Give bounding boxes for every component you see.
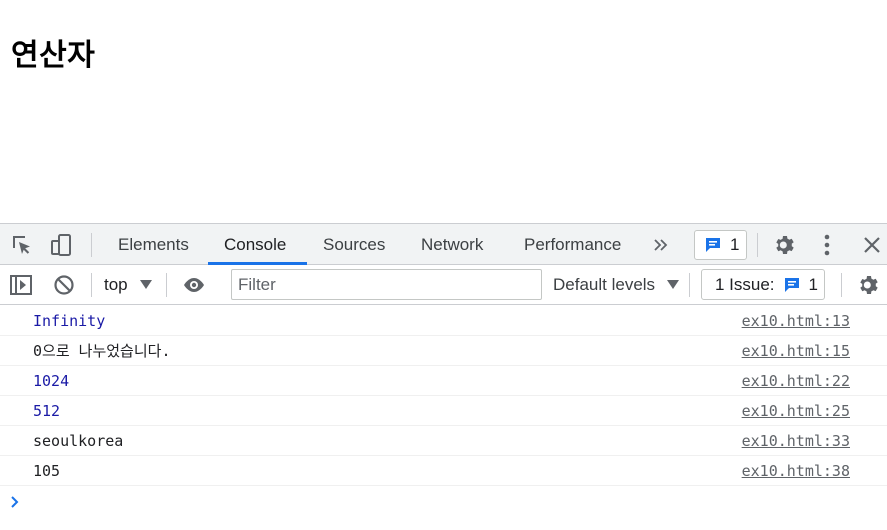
console-message-source-link[interactable]: ex10.html:13 xyxy=(742,306,850,335)
sidebar-toggle-icon[interactable] xyxy=(7,272,35,298)
tab-console[interactable]: Console xyxy=(224,224,286,265)
console-prompt[interactable] xyxy=(0,486,887,516)
tab-elements[interactable]: Elements xyxy=(118,224,189,265)
console-message: 0으로 나누었습니다. ex10.html:15 xyxy=(0,336,887,366)
log-levels-selector[interactable]: Default levels xyxy=(553,265,655,304)
tab-network[interactable]: Network xyxy=(421,224,483,265)
filter-input[interactable] xyxy=(231,269,542,300)
issues-count: 1 xyxy=(808,274,819,294)
console-toolbar: top Default levels 1 Issue: 1 xyxy=(0,265,887,305)
console-settings-gear-icon[interactable] xyxy=(855,272,883,298)
inspect-element-icon[interactable] xyxy=(8,232,36,258)
console-message-text: seoulkorea xyxy=(33,432,124,450)
tab-sources[interactable]: Sources xyxy=(323,224,385,265)
clear-console-icon[interactable] xyxy=(50,272,78,298)
devtools-panel: Elements Console Sources Network Perform… xyxy=(0,223,887,530)
console-message-source-link[interactable]: ex10.html:38 xyxy=(742,456,850,485)
console-messages: Infinity ex10.html:13 0으로 나누었습니다. ex10.h… xyxy=(0,306,887,516)
page-heading: 연산자 xyxy=(11,38,96,73)
toolbar-divider xyxy=(91,273,92,297)
devtools-tabbar: Elements Console Sources Network Perform… xyxy=(0,223,887,265)
console-message-text: 512 xyxy=(33,402,61,420)
console-message: seoulkorea ex10.html:33 xyxy=(0,426,887,456)
tab-performance[interactable]: Performance xyxy=(524,224,621,265)
messages-badge[interactable]: 1 xyxy=(694,230,747,260)
message-icon xyxy=(704,236,722,254)
console-message-source-link[interactable]: ex10.html:33 xyxy=(742,426,850,455)
toolbar-divider xyxy=(841,273,842,297)
console-message: 512 ex10.html:25 xyxy=(0,396,887,426)
context-selector[interactable]: top xyxy=(104,265,128,304)
console-message-text: 1024 xyxy=(33,372,70,390)
console-message-text: 0으로 나누었습니다. xyxy=(33,342,171,360)
toolbar-divider xyxy=(166,273,167,297)
console-message-text: 105 xyxy=(33,462,61,480)
console-message: Infinity ex10.html:13 xyxy=(0,306,887,336)
page-viewport: 연산자 xyxy=(0,0,887,223)
console-message-source-link[interactable]: ex10.html:15 xyxy=(742,336,850,365)
toolbar-divider xyxy=(757,233,758,257)
close-icon[interactable] xyxy=(859,232,885,258)
issues-button[interactable]: 1 Issue: 1 xyxy=(701,269,825,300)
eye-icon[interactable] xyxy=(180,272,208,298)
console-message-source-link[interactable]: ex10.html:25 xyxy=(742,396,850,425)
issues-label: 1 Issue: xyxy=(715,274,775,294)
toolbar-divider xyxy=(689,273,690,297)
console-message: 1024 ex10.html:22 xyxy=(0,366,887,396)
console-message-text: Infinity xyxy=(33,312,106,330)
more-vertical-icon[interactable] xyxy=(814,232,840,258)
messages-count: 1 xyxy=(730,235,740,254)
console-message-source-link[interactable]: ex10.html:22 xyxy=(742,366,850,395)
double-chevron-right-icon[interactable] xyxy=(650,232,672,258)
toolbar-divider xyxy=(91,233,92,257)
levels-dropdown-arrow-icon[interactable] xyxy=(667,280,679,289)
console-message: 105 ex10.html:38 xyxy=(0,456,887,486)
context-dropdown-arrow-icon[interactable] xyxy=(140,280,152,289)
prompt-chevron-icon xyxy=(10,494,20,513)
gear-icon[interactable] xyxy=(771,232,799,258)
device-toolbar-icon[interactable] xyxy=(48,232,76,258)
message-icon xyxy=(783,276,801,294)
